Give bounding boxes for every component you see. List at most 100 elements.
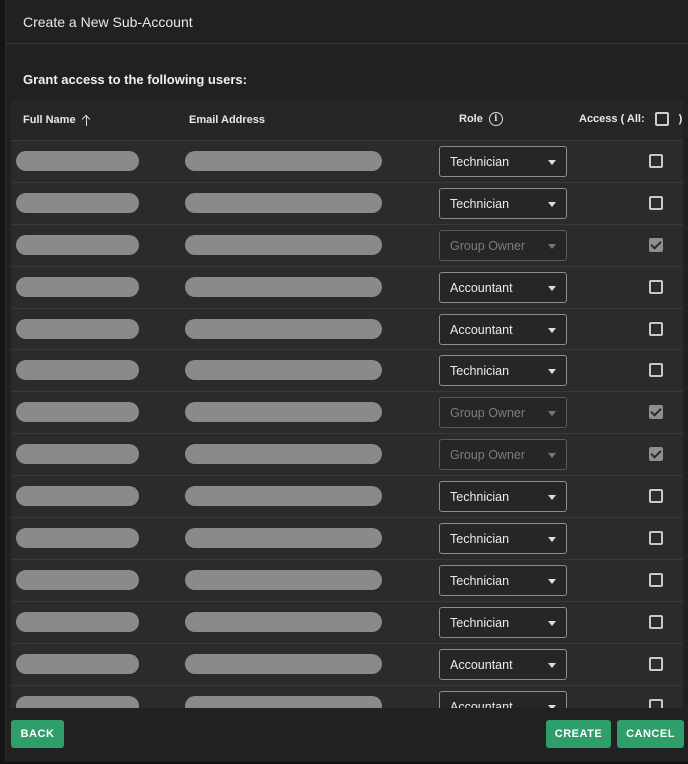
table-row: Technician — [11, 476, 683, 519]
role-select-value: Group Owner — [450, 238, 526, 253]
role-select-value: Technician — [450, 573, 510, 588]
redacted-email — [185, 192, 382, 213]
table-row: Accountant — [11, 685, 683, 708]
dialog-title: Create a New Sub-Account — [6, 0, 688, 44]
caret-down-icon — [548, 537, 556, 543]
role-select[interactable]: Accountant — [439, 690, 567, 708]
access-checkbox[interactable] — [649, 154, 663, 168]
redacted-email — [185, 653, 382, 674]
info-icon[interactable]: i — [488, 112, 503, 126]
access-checkbox[interactable] — [649, 363, 663, 378]
redacted-email — [185, 444, 382, 465]
table-body: Technician Technician Group Owner Accountan… — [11, 141, 683, 708]
access-checkbox[interactable] — [649, 656, 663, 671]
redacted-full-name — [16, 528, 139, 549]
role-select-value: Accountant — [450, 322, 513, 337]
access-checkbox — [649, 237, 663, 252]
role-header-label: Role — [459, 113, 483, 125]
full-name-header-label: Full Name — [23, 114, 76, 126]
role-select[interactable]: Accountant — [439, 271, 567, 303]
role-select-value: Technician — [450, 615, 510, 630]
access-checkbox[interactable] — [649, 614, 663, 629]
select-all-checkbox[interactable] — [654, 112, 669, 126]
role-select-value: Technician — [450, 364, 510, 379]
arrow-up-icon[interactable] — [82, 114, 92, 126]
redacted-email — [185, 486, 382, 507]
caret-down-icon — [548, 411, 556, 417]
redacted-email — [185, 402, 382, 423]
redacted-email — [185, 528, 382, 549]
role-select[interactable]: Accountant — [439, 313, 567, 345]
redacted-full-name — [16, 192, 139, 213]
redacted-email — [185, 151, 382, 171]
access-checkbox[interactable] — [649, 279, 663, 294]
caret-down-icon — [548, 160, 556, 165]
caret-down-icon — [548, 578, 556, 584]
role-select: Group Owner — [439, 229, 567, 261]
grant-access-label: Grant access to the following users: — [23, 72, 247, 87]
redacted-full-name — [16, 360, 139, 381]
access-checkbox[interactable] — [649, 321, 663, 336]
role-select[interactable]: Accountant — [439, 648, 567, 680]
access-checkbox[interactable] — [649, 489, 663, 504]
redacted-email — [185, 611, 382, 632]
table-row: Group Owner — [11, 434, 683, 477]
table-row: Technician — [11, 601, 683, 644]
column-header-email[interactable]: Email Address — [189, 114, 265, 126]
role-select-value: Group Owner — [450, 448, 526, 463]
table-row: Technician — [11, 182, 683, 225]
caret-down-icon — [548, 285, 556, 291]
table-row: Accountant — [11, 266, 683, 309]
redacted-full-name — [16, 444, 139, 465]
redacted-email — [185, 695, 382, 708]
redacted-full-name — [16, 653, 139, 674]
table-row: Group Owner — [11, 392, 683, 435]
table-row: Accountant — [11, 643, 683, 686]
access-checkbox — [649, 405, 663, 420]
access-header-label: Access ( All: — [579, 113, 645, 125]
redacted-full-name — [16, 234, 139, 255]
role-select-value: Accountant — [450, 280, 513, 295]
access-checkbox — [649, 447, 663, 462]
caret-down-icon — [548, 369, 556, 375]
role-select[interactable]: Technician — [439, 187, 567, 219]
role-select[interactable]: Technician — [439, 564, 567, 596]
caret-down-icon — [548, 327, 556, 333]
access-checkbox[interactable] — [649, 572, 663, 587]
caret-down-icon — [548, 620, 556, 626]
role-select-value: Group Owner — [450, 406, 526, 421]
column-header-role: Role i — [459, 112, 503, 126]
redacted-email — [185, 569, 382, 590]
role-select[interactable]: Technician — [439, 355, 567, 387]
redacted-email — [185, 234, 382, 255]
access-header-suffix: ) — [678, 113, 683, 125]
access-checkbox[interactable] — [649, 195, 663, 210]
redacted-full-name — [16, 611, 139, 632]
redacted-full-name — [16, 151, 139, 171]
back-button[interactable]: BACK — [11, 720, 64, 748]
caret-down-icon — [548, 495, 556, 501]
role-select-value: Accountant — [450, 699, 513, 708]
column-header-full-name[interactable]: Full Name — [23, 114, 92, 126]
table-row: Technician — [11, 559, 683, 602]
redacted-email — [185, 360, 382, 381]
access-checkbox[interactable] — [649, 531, 663, 546]
role-select-value: Technician — [450, 490, 510, 505]
redacted-email — [185, 318, 382, 339]
access-checkbox[interactable] — [649, 698, 663, 708]
role-select[interactable]: Technician — [439, 606, 567, 638]
table-row: Technician — [11, 350, 683, 393]
cancel-button[interactable]: CANCEL — [617, 720, 684, 748]
role-select-value: Technician — [450, 155, 510, 169]
role-select[interactable]: Technician — [439, 481, 567, 513]
role-select[interactable]: Technician — [439, 146, 567, 177]
dialog-footer: BACK CREATE CANCEL — [6, 708, 688, 762]
table-row: Group Owner — [11, 224, 683, 267]
role-select: Group Owner — [439, 397, 567, 429]
create-button[interactable]: CREATE — [546, 720, 611, 748]
role-select[interactable]: Technician — [439, 523, 567, 555]
role-select: Group Owner — [439, 439, 567, 471]
table-row: Accountant — [11, 308, 683, 351]
create-sub-account-dialog: Create a New Sub-Account Grant access to… — [5, 0, 688, 762]
table-row: Technician — [11, 141, 683, 183]
